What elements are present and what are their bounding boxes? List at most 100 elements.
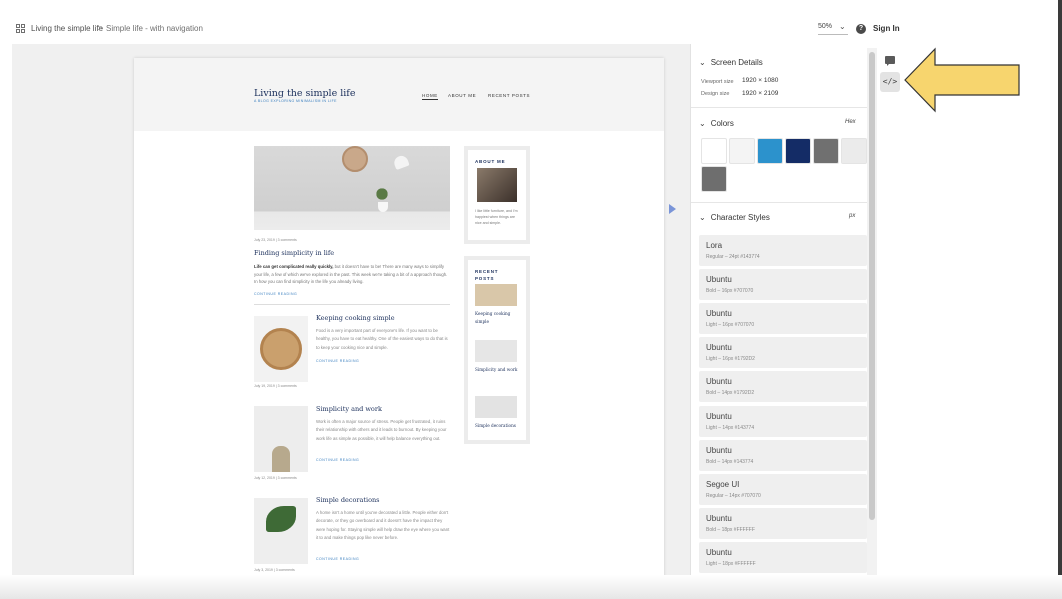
chevron-down-icon[interactable]: ⌄: [839, 22, 846, 31]
style-spec: Light – 18px #FFFFFF: [706, 560, 756, 567]
nav-about-me[interactable]: ABOUT ME: [448, 93, 476, 98]
post-meta: July 23, 2019 | 3 comments: [254, 238, 297, 242]
colors-header[interactable]: ⌄ Colors: [699, 119, 734, 128]
continue-reading-link[interactable]: CONTINUE READING: [316, 557, 359, 561]
chair-illustration: [272, 446, 290, 472]
style-font-name: Ubuntu: [706, 309, 732, 319]
widget-title: ABOUT ME: [475, 159, 506, 164]
style-spec: Light – 16px #1792D2: [706, 356, 755, 363]
post-title[interactable]: Simplicity and work: [316, 405, 382, 413]
color-swatch[interactable]: [757, 138, 783, 164]
recent-post-thumbnail: [475, 396, 517, 418]
recent-posts-widget: RECENT POSTS Keeping cooking simple Simp…: [464, 256, 530, 444]
character-style-card[interactable]: Ubuntu Bold – 16px #707070: [699, 269, 867, 301]
style-spec: Light – 16px #707070: [706, 322, 755, 329]
scrollbar-thumb[interactable]: [869, 52, 875, 520]
chevron-down-icon[interactable]: ⌄: [699, 119, 706, 128]
color-swatch[interactable]: [785, 138, 811, 164]
screen-details-header[interactable]: ⌄ Screen Details: [699, 58, 763, 67]
unit-toggle[interactable]: px: [849, 213, 855, 219]
color-swatch[interactable]: [701, 138, 727, 164]
divider: [691, 107, 868, 108]
recent-post-link[interactable]: Simplicity and work: [475, 366, 521, 374]
post-meta: July 19, 2019 | 3 comments: [254, 384, 297, 388]
plant-illustration: [372, 184, 392, 204]
breadcrumb-current: Simple life - with navigation: [106, 24, 203, 33]
color-swatch[interactable]: [813, 138, 839, 164]
nav-home[interactable]: HOME: [422, 93, 438, 100]
post-title[interactable]: Finding simplicity in life: [254, 249, 334, 257]
about-text: I like little furniture, and I'm happies…: [475, 209, 518, 225]
continue-reading-link[interactable]: CONTINUE READING: [254, 292, 297, 296]
chevron-down-icon[interactable]: ⌄: [699, 58, 706, 67]
section-title: Screen Details: [710, 58, 763, 67]
style-font-name: Ubuntu: [706, 377, 732, 387]
style-spec: Bold – 18px #FFFFFF: [706, 526, 755, 533]
character-styles-header[interactable]: ⌄ Character Styles: [699, 213, 770, 222]
site-tagline: A BLOG EXPLORING MINIMALISM IN LIFE: [254, 99, 337, 103]
post-thumbnail: [254, 498, 308, 564]
character-style-card[interactable]: Ubuntu Light – 16px #1792D2: [699, 337, 867, 369]
panel-scrollbar[interactable]: [867, 48, 877, 581]
about-me-widget: ABOUT ME I like little furniture, and I'…: [464, 146, 530, 244]
divider: [691, 202, 868, 203]
color-swatch[interactable]: [841, 138, 867, 164]
clock-illustration: [342, 146, 368, 172]
post-meta: July 3, 2019 | 3 comments: [254, 568, 295, 572]
character-style-card[interactable]: Ubuntu Light – 14px #143774: [699, 405, 867, 437]
site-title: Living the simple life: [254, 88, 356, 99]
style-spec: Regular – 14px #707070: [706, 492, 761, 499]
artboard[interactable]: Living the simple life A BLOG EXPLORING …: [134, 58, 664, 583]
character-style-card[interactable]: Ubuntu Light – 16px #707070: [699, 303, 867, 335]
style-spec: Bold – 14px #1792D2: [706, 390, 755, 397]
section-title: Colors: [710, 119, 734, 128]
post-meta: July 12, 2019 | 3 comments: [254, 476, 297, 480]
design-size-value: 1920 × 2109: [742, 90, 779, 97]
comment-icon[interactable]: [885, 56, 895, 66]
app-window: Living the simple life > Simple life - w…: [0, 0, 1062, 599]
recent-post-link[interactable]: Keeping cooking simple: [475, 310, 521, 325]
design-size-label: Design size: [701, 91, 730, 97]
color-swatch[interactable]: [729, 138, 755, 164]
post-title[interactable]: Simple decorations: [316, 496, 380, 504]
sign-in-link[interactable]: Sign In: [873, 24, 900, 33]
style-font-name: Ubuntu: [706, 275, 732, 285]
character-style-card[interactable]: Ubuntu Bold – 18px #FFFFFF: [699, 507, 867, 539]
post-thumbnail: [254, 406, 308, 472]
section-title: Character Styles: [710, 213, 770, 222]
breadcrumb-separator-icon: >: [97, 23, 103, 33]
code-icon[interactable]: </>: [880, 72, 900, 92]
leaf-illustration: [266, 506, 296, 532]
lamp-illustration: [392, 153, 410, 171]
style-font-name: Ubuntu: [706, 513, 732, 523]
character-style-card[interactable]: Ubuntu Bold – 14px #1792D2: [699, 371, 867, 403]
post-thumbnail: [254, 316, 308, 382]
help-icon[interactable]: ?: [856, 24, 866, 34]
character-style-card[interactable]: Segoe UI Regular – 14px #707070: [699, 473, 867, 505]
style-font-name: Ubuntu: [706, 411, 732, 421]
chevron-down-icon[interactable]: ⌄: [699, 213, 706, 222]
recent-post-thumbnail: [475, 284, 517, 306]
grid-icon[interactable]: [16, 24, 25, 33]
continue-reading-link[interactable]: CONTINUE READING: [316, 359, 359, 363]
site-header: Living the simple life A BLOG EXPLORING …: [134, 58, 664, 131]
recent-post-link[interactable]: Simple decorations: [475, 422, 521, 430]
post-title[interactable]: Keeping cooking simple: [316, 314, 395, 322]
viewport-size-label: Viewport size: [701, 79, 734, 85]
canvas-navigation-handle[interactable]: [669, 204, 676, 214]
character-style-card[interactable]: Ubuntu Light – 18px #FFFFFF: [699, 541, 867, 573]
top-bar: Living the simple life > Simple life - w…: [0, 0, 1062, 44]
window-edge: [1058, 0, 1062, 599]
character-style-card[interactable]: Ubuntu Bold – 14px #143774: [699, 439, 867, 471]
color-swatch[interactable]: [701, 166, 727, 192]
nav-recent-posts[interactable]: RECENT POSTS: [488, 93, 530, 98]
style-spec: Light – 14px #143774: [706, 424, 755, 431]
viewport-size-value: 1920 × 1080: [742, 77, 779, 84]
style-font-name: Ubuntu: [706, 343, 732, 353]
color-format-toggle[interactable]: Hex: [845, 119, 856, 125]
design-canvas[interactable]: Living the simple life A BLOG EXPLORING …: [12, 44, 690, 583]
breadcrumb-root[interactable]: Living the simple life: [31, 24, 103, 33]
character-style-card[interactable]: Lora Regular – 24pt #143774: [699, 235, 867, 266]
continue-reading-link[interactable]: CONTINUE READING: [316, 458, 359, 462]
arrow-callout-icon: [904, 47, 1020, 113]
